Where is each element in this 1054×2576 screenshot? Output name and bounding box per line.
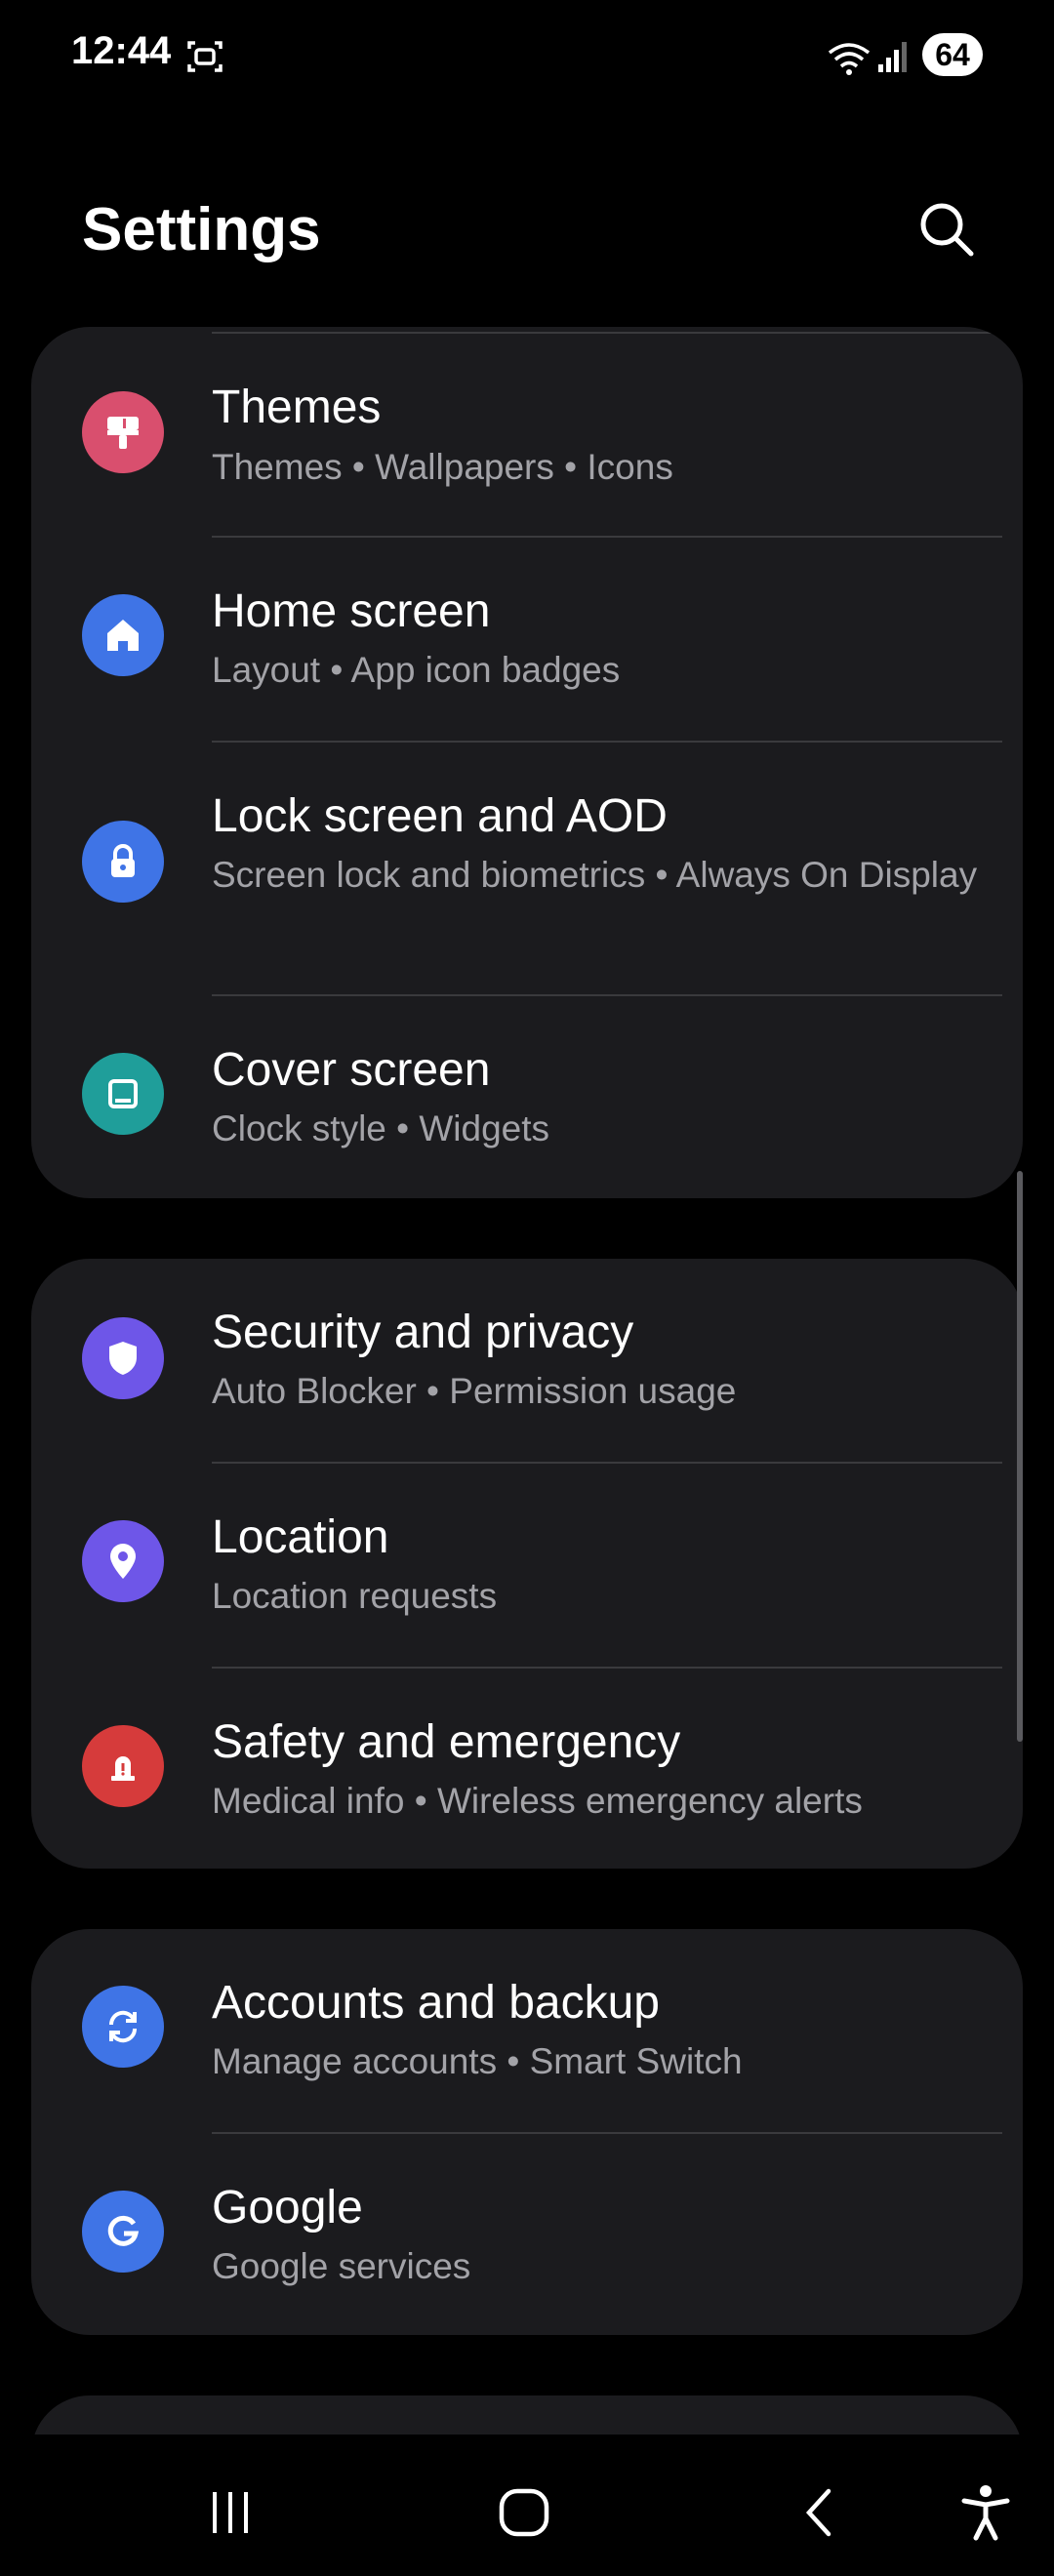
- location-pin-icon: [82, 1520, 164, 1602]
- shield-icon: [82, 1317, 164, 1399]
- settings-item-security-privacy[interactable]: Security and privacy Auto Blocker • Perm…: [31, 1259, 1023, 1462]
- settings-item-safety-emergency[interactable]: Safety and emergency Medical info • Wire…: [31, 1669, 1023, 1869]
- settings-item-accounts-backup[interactable]: Accounts and backup Manage accounts • Sm…: [31, 1929, 1023, 2132]
- settings-group-accounts: Accounts and backup Manage accounts • Sm…: [31, 1929, 1023, 2335]
- cover-screen-icon: [82, 1053, 164, 1135]
- search-icon[interactable]: [912, 195, 981, 263]
- settings-item-subtitle: Auto Blocker • Permission usage: [212, 1371, 737, 1411]
- settings-item-title: Themes: [212, 382, 382, 433]
- settings-item-themes[interactable]: Themes Themes • Wallpapers • Icons: [31, 327, 1023, 532]
- google-icon: [82, 2191, 164, 2273]
- signal-icon: [878, 42, 907, 72]
- settings-item-subtitle: Screen lock and biometrics • Always On D…: [212, 855, 978, 895]
- brush-icon: [82, 391, 164, 473]
- settings-item-subtitle: Manage accounts • Smart Switch: [212, 2041, 743, 2081]
- settings-item-lock-screen[interactable]: Lock screen and AOD Screen lock and biom…: [31, 743, 1023, 994]
- wifi-icon: [828, 43, 871, 75]
- lock-icon: [82, 821, 164, 903]
- status-bar: 12:44 64: [0, 0, 1054, 112]
- accessibility-icon[interactable]: [947, 2474, 1025, 2552]
- settings-item-title: Google: [212, 2182, 363, 2234]
- settings-item-title: Lock screen and AOD: [212, 790, 668, 842]
- settings-group-personalization: Themes Themes • Wallpapers • Icons Home …: [31, 327, 1023, 1198]
- battery-indicator: 64: [922, 33, 983, 76]
- navigation-bar: [0, 2435, 1054, 2576]
- settings-item-subtitle: Location requests: [212, 1576, 498, 1616]
- settings-item-title: Accounts and backup: [212, 1977, 660, 2029]
- settings-item-location[interactable]: Location Location requests: [31, 1464, 1023, 1667]
- settings-item-home-screen[interactable]: Home screen Layout • App icon badges: [31, 538, 1023, 741]
- scrollbar[interactable]: [1017, 1171, 1023, 1742]
- settings-item-subtitle: Medical info • Wireless emergency alerts: [212, 1781, 863, 1821]
- settings-item-subtitle: Layout • App icon badges: [212, 650, 621, 690]
- home-button-icon[interactable]: [486, 2474, 564, 2552]
- status-time: 12:44: [71, 29, 172, 72]
- settings-item-subtitle: Google services: [212, 2246, 471, 2286]
- settings-item-title: Cover screen: [212, 1044, 491, 1096]
- settings-item-subtitle: Themes • Wallpapers • Icons: [212, 447, 673, 487]
- sync-icon: [82, 1986, 164, 2068]
- recent-apps-icon[interactable]: [191, 2474, 269, 2552]
- page-title: Settings: [82, 196, 321, 263]
- settings-group-security: Security and privacy Auto Blocker • Perm…: [31, 1259, 1023, 1869]
- settings-item-google[interactable]: Google Google services: [31, 2134, 1023, 2335]
- settings-item-cover-screen[interactable]: Cover screen Clock style • Widgets: [31, 996, 1023, 1198]
- emergency-icon: [82, 1725, 164, 1807]
- settings-item-title: Home screen: [212, 585, 491, 637]
- settings-item-title: Location: [212, 1511, 389, 1563]
- settings-item-subtitle: Clock style • Widgets: [212, 1108, 550, 1148]
- back-icon[interactable]: [781, 2474, 859, 2552]
- home-icon: [82, 594, 164, 676]
- settings-item-title: Security and privacy: [212, 1307, 634, 1358]
- screenshot-icon: [187, 41, 223, 72]
- settings-item-title: Safety and emergency: [212, 1716, 681, 1768]
